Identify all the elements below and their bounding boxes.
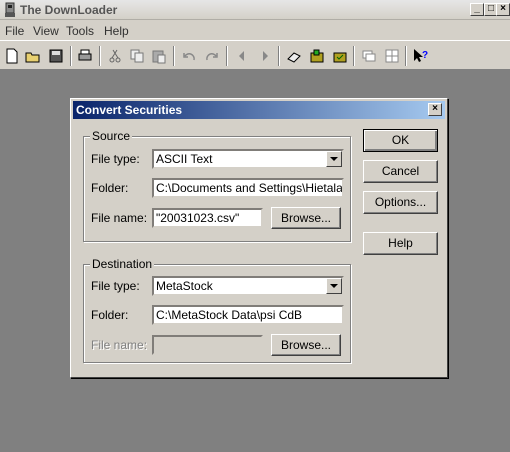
dialog-title-bar: Convert Securities ×	[73, 101, 445, 119]
convert-securities-dialog: Convert Securities × Source File type: A…	[70, 98, 448, 378]
menu-help[interactable]: Help	[104, 24, 129, 38]
print-icon[interactable]	[76, 47, 94, 65]
app-icon	[5, 2, 15, 17]
destination-file-name-field	[152, 335, 263, 355]
cut-icon[interactable]	[106, 47, 124, 65]
source-browse-button[interactable]: Browse...	[271, 207, 341, 229]
options-button[interactable]: Options...	[363, 191, 438, 214]
dialog-title: Convert Securities	[76, 103, 183, 117]
eraser-icon[interactable]	[285, 47, 303, 65]
forward-icon[interactable]	[256, 47, 274, 65]
svg-text:?: ?	[422, 50, 428, 61]
source-file-name-label: File name:	[91, 211, 148, 225]
destination-group: Destination File type: MetaStock Folder:…	[83, 257, 351, 363]
source-group: Source File type: ASCII Text Folder: C:\…	[83, 129, 351, 242]
destination-file-type-label: File type:	[91, 279, 140, 293]
undo-icon[interactable]	[180, 47, 198, 65]
minimize-button[interactable]: _	[470, 3, 484, 16]
window-title: The DownLoader	[20, 3, 118, 17]
menu-bar: File View Tools Help	[0, 20, 510, 40]
ok-button[interactable]: OK	[363, 129, 438, 152]
source-file-type-label: File type:	[91, 152, 140, 166]
destination-folder-label: Folder:	[91, 308, 129, 322]
destination-browse-button[interactable]: Browse...	[271, 334, 341, 356]
destination-file-type-select[interactable]: MetaStock	[152, 276, 344, 296]
redo-icon[interactable]	[203, 47, 221, 65]
menu-view[interactable]: View	[33, 24, 59, 38]
cancel-button[interactable]: Cancel	[363, 160, 438, 183]
source-legend: Source	[90, 129, 133, 143]
chevron-down-icon[interactable]	[326, 151, 342, 167]
folder-green-icon[interactable]	[308, 47, 326, 65]
source-folder-field[interactable]: C:\Documents and Settings\Hietalam\D	[152, 178, 344, 198]
dialog-close-button[interactable]: ×	[428, 103, 442, 116]
new-icon[interactable]	[3, 47, 21, 65]
menu-tools[interactable]: Tools	[66, 24, 94, 38]
chevron-down-icon[interactable]	[326, 278, 342, 294]
toolbar: ?	[0, 40, 510, 70]
paste-icon[interactable]	[150, 47, 168, 65]
save-icon[interactable]	[47, 47, 65, 65]
help-pointer-icon[interactable]: ?	[411, 47, 429, 65]
close-window-button[interactable]: ×	[496, 3, 510, 16]
open-icon[interactable]	[24, 47, 42, 65]
destination-legend: Destination	[90, 257, 155, 271]
back-icon[interactable]	[233, 47, 251, 65]
grid-icon[interactable]	[383, 47, 401, 65]
window-icon[interactable]	[360, 47, 378, 65]
source-file-name-field[interactable]: "20031023.csv"	[152, 208, 263, 228]
title-bar: The DownLoader _ □ ×	[0, 0, 510, 20]
destination-folder-field[interactable]: C:\MetaStock Data\psi CdB	[152, 305, 344, 325]
menu-file[interactable]: File	[5, 24, 24, 38]
copy-icon[interactable]	[128, 47, 146, 65]
destination-file-type-value: MetaStock	[156, 279, 213, 293]
destination-file-name-label: File name:	[91, 338, 148, 352]
source-folder-label: Folder:	[91, 181, 129, 195]
help-button[interactable]: Help	[363, 232, 438, 255]
source-file-type-value: ASCII Text	[156, 152, 213, 166]
folder-check-icon[interactable]	[331, 47, 349, 65]
source-file-type-select[interactable]: ASCII Text	[152, 149, 344, 169]
